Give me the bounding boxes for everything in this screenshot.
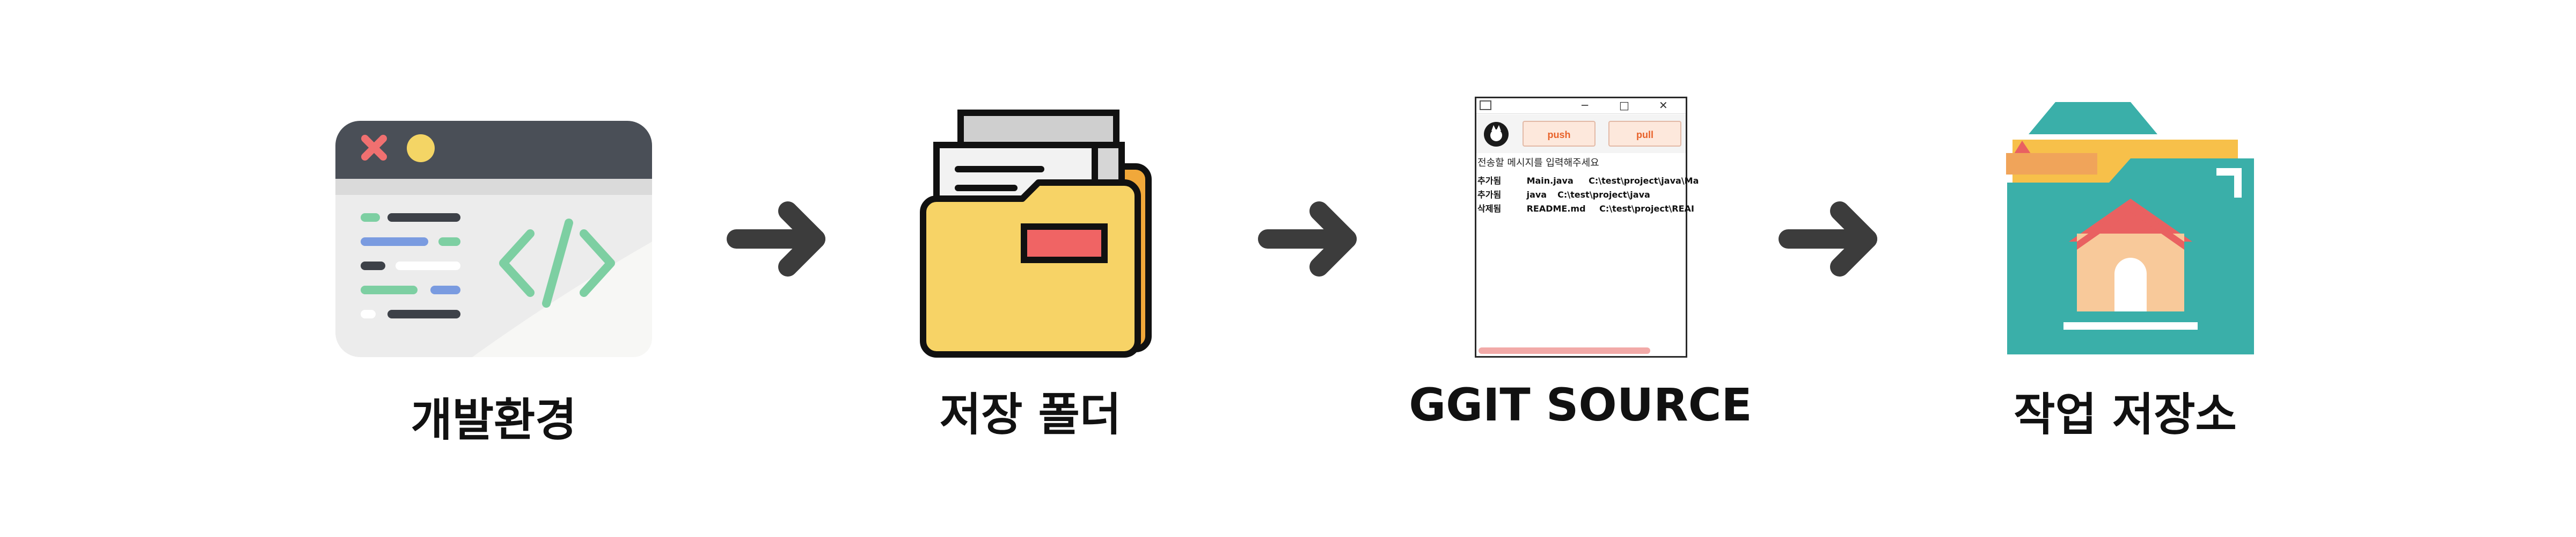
row-file: java [1526, 190, 1547, 200]
code-window-icon [335, 121, 652, 357]
row-status: 삭제됨 [1477, 204, 1502, 214]
minimize-button[interactable]: ─ [1582, 99, 1588, 111]
arrow-right-icon [1256, 196, 1363, 284]
maximize-button[interactable]: □ [1619, 99, 1629, 111]
row-path: C:\test\project\java\Ma [1589, 176, 1699, 186]
avatar [1484, 122, 1509, 147]
app-window: ─ □ ✕ push pull 전송할 메시지를 입력해주세요 추가됨 Main… [1475, 97, 1699, 358]
table-row[interactable]: 삭제됨 README.md C:\test\project\REAI [1477, 201, 1694, 214]
step-label-dev-env: 개발환경 [411, 394, 577, 446]
row-status: 추가됨 [1477, 176, 1502, 186]
step-label-save-folder: 저장 폴더 [939, 388, 1122, 441]
row-file: README.md [1526, 204, 1586, 214]
arrow-right-icon [724, 196, 832, 284]
push-button[interactable]: push [1523, 121, 1596, 147]
row-path: C:\test\project\REAI [1599, 204, 1694, 214]
row-status: 추가됨 [1477, 190, 1502, 200]
folder-icon [920, 110, 1152, 358]
step-label-repository: 작업 저장소 [2014, 388, 2237, 441]
app-titlebar: ─ □ ✕ [1476, 98, 1686, 114]
commit-message-input[interactable]: 전송할 메시지를 입력해주세요 [1477, 155, 1599, 169]
app-logo-icon [1480, 100, 1491, 110]
table-row[interactable]: 추가됨 Main.java C:\test\project\java\Ma [1477, 173, 1699, 186]
row-path: C:\test\project\java [1557, 190, 1650, 200]
arrow-right-icon [1776, 196, 1884, 284]
step-repository [1996, 97, 2254, 360]
row-file: Main.java [1526, 176, 1574, 186]
close-button[interactable]: ✕ [1659, 99, 1668, 111]
pull-button[interactable]: pull [1608, 121, 1681, 147]
home-folder-icon [2006, 102, 2254, 354]
step-save-folder [907, 102, 1154, 360]
app-toolbar: push pull [1476, 114, 1686, 153]
step-label-ggit-source: GGIT SOURCE [1409, 379, 1752, 431]
step-dev-env [333, 118, 655, 360]
table-row[interactable]: 추가됨 java C:\test\project\java [1477, 187, 1650, 200]
progress-bar [1479, 347, 1650, 354]
